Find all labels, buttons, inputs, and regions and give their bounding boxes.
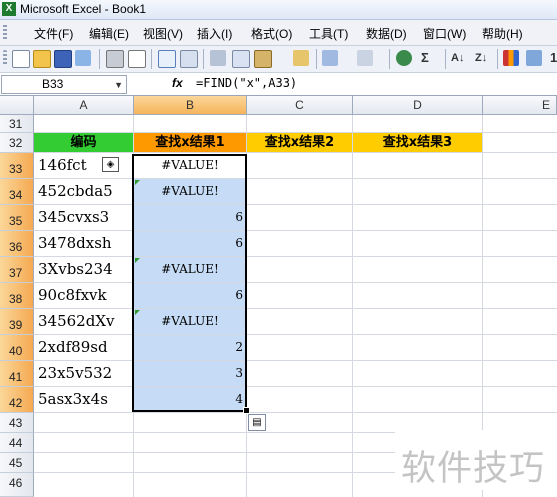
open-icon[interactable] xyxy=(33,50,51,68)
row-header-39[interactable]: 39 xyxy=(0,309,34,335)
title-bar: X Microsoft Excel - Book1 xyxy=(0,0,557,20)
select-all-corner[interactable] xyxy=(0,96,34,115)
code-cell[interactable]: 90c8fxvk xyxy=(34,283,134,309)
save-icon[interactable] xyxy=(54,50,72,68)
print-preview-icon[interactable] xyxy=(128,50,146,68)
spelling-icon[interactable] xyxy=(158,50,176,68)
row-header-46[interactable]: 46 xyxy=(0,473,34,497)
drawing-icon[interactable] xyxy=(526,50,542,66)
menu-edit[interactable]: 编辑(E) xyxy=(89,25,129,42)
toolbar-grip[interactable] xyxy=(3,25,7,41)
code-cell[interactable]: 452cbda5 xyxy=(34,179,134,205)
header-cell-result3[interactable]: 查找x结果3 xyxy=(353,133,483,153)
code-cell[interactable]: 146fct xyxy=(34,153,134,179)
help-toolbar-icon[interactable]: 1 xyxy=(550,50,557,66)
format-painter-icon[interactable] xyxy=(293,50,309,66)
new-icon[interactable] xyxy=(12,50,30,68)
name-box-value: B33 xyxy=(42,77,64,91)
menu-window[interactable]: 窗口(W) xyxy=(423,25,466,42)
code-cell[interactable]: 3478dxsh xyxy=(34,231,134,257)
auto-fill-options-icon[interactable]: ▤ xyxy=(248,414,266,431)
menu-bar: 文件(F) 编辑(E) 视图(V) 插入(I) 格式(O) 工具(T) 数据(D… xyxy=(0,20,557,46)
error-warning-icon[interactable]: ◈ xyxy=(102,157,119,172)
row-header-41[interactable]: 41 xyxy=(0,361,34,387)
column-header-b[interactable]: B xyxy=(134,96,247,115)
code-cell[interactable]: 23x5v532 xyxy=(34,361,134,387)
header-cell-code[interactable]: 编码 xyxy=(34,133,134,153)
research-icon[interactable] xyxy=(180,50,198,68)
permission-icon[interactable] xyxy=(75,50,91,66)
paste-icon[interactable] xyxy=(254,50,272,68)
sort-descending-icon[interactable]: Z↓ xyxy=(475,50,487,66)
column-header-d[interactable]: D xyxy=(353,96,483,115)
window-title: Microsoft Excel - Book1 xyxy=(20,2,147,16)
toolbar-separator xyxy=(389,49,390,69)
cut-icon[interactable] xyxy=(210,50,226,66)
menu-view[interactable]: 视图(V) xyxy=(143,25,183,42)
row-header-31[interactable]: 31 xyxy=(0,115,34,133)
menu-data[interactable]: 数据(D) xyxy=(366,25,407,42)
watermark: 软件技巧 xyxy=(395,430,557,490)
column-header-a[interactable]: A xyxy=(34,96,134,115)
row-header-40[interactable]: 40 xyxy=(0,335,34,361)
toolbar-separator xyxy=(445,49,446,69)
print-icon[interactable] xyxy=(106,50,124,68)
standard-toolbar: Σ A↓ Z↓ 1 xyxy=(0,46,557,73)
sort-ascending-icon[interactable]: A↓ xyxy=(451,50,464,66)
toolbar-separator xyxy=(316,49,317,69)
menu-tools[interactable]: 工具(T) xyxy=(309,25,348,42)
chart-wizard-icon[interactable] xyxy=(503,50,519,66)
header-cell-result1[interactable]: 查找x结果1 xyxy=(134,133,247,153)
code-cell[interactable]: 3Xvbs234 xyxy=(34,257,134,283)
header-cell-result2[interactable]: 查找x结果2 xyxy=(247,133,353,153)
row-header-36[interactable]: 36 xyxy=(0,231,34,257)
toolbar-separator xyxy=(203,49,204,69)
column-header-c[interactable]: C xyxy=(247,96,353,115)
column-header-e[interactable]: E xyxy=(483,96,557,115)
row-header-38[interactable]: 38 xyxy=(0,283,34,309)
watermark-text: 软件技巧 xyxy=(401,449,546,489)
menu-help[interactable]: 帮助(H) xyxy=(482,25,523,42)
hyperlink-icon[interactable] xyxy=(396,50,412,66)
row-header-42[interactable]: 42 xyxy=(0,387,34,413)
row-header-37[interactable]: 37 xyxy=(0,257,34,283)
row-header-43[interactable]: 43 xyxy=(0,413,34,433)
toolbar-separator xyxy=(497,49,498,69)
excel-icon: X xyxy=(2,2,16,16)
formula-input[interactable]: =FIND("x",A33) xyxy=(196,76,297,90)
row-header-34[interactable]: 34 xyxy=(0,179,34,205)
code-cell[interactable]: 345cvxs3 xyxy=(34,205,134,231)
chevron-down-icon[interactable]: ▼ xyxy=(114,77,123,94)
code-cell[interactable]: 5asx3x4s xyxy=(34,387,134,413)
redo-icon[interactable] xyxy=(357,50,373,66)
menu-format[interactable]: 格式(O) xyxy=(251,25,292,42)
row-header-45[interactable]: 45 xyxy=(0,453,34,473)
undo-icon[interactable] xyxy=(322,50,338,66)
fill-handle[interactable] xyxy=(243,407,250,414)
copy-icon[interactable] xyxy=(232,50,250,68)
toolbar-grip[interactable] xyxy=(3,50,7,66)
toolbar-separator xyxy=(99,49,100,69)
code-cell[interactable]: 2xdf89sd xyxy=(34,335,134,361)
row-header-33[interactable]: 33 xyxy=(0,153,34,179)
toolbar-separator xyxy=(151,49,152,69)
name-box[interactable]: B33 ▼ xyxy=(1,75,127,94)
autosum-icon[interactable]: Σ xyxy=(421,50,429,66)
row-header-35[interactable]: 35 xyxy=(0,205,34,231)
row-header-44[interactable]: 44 xyxy=(0,433,34,453)
formula-bar: B33 ▼ fx =FIND("x",A33) xyxy=(0,73,557,96)
menu-insert[interactable]: 插入(I) xyxy=(197,25,232,42)
menu-file[interactable]: 文件(F) xyxy=(34,25,73,42)
selection-border xyxy=(132,154,247,412)
row-header-32[interactable]: 32 xyxy=(0,133,34,153)
fx-icon[interactable]: fx xyxy=(172,76,183,90)
code-cell[interactable]: 34562dXv xyxy=(34,309,134,335)
